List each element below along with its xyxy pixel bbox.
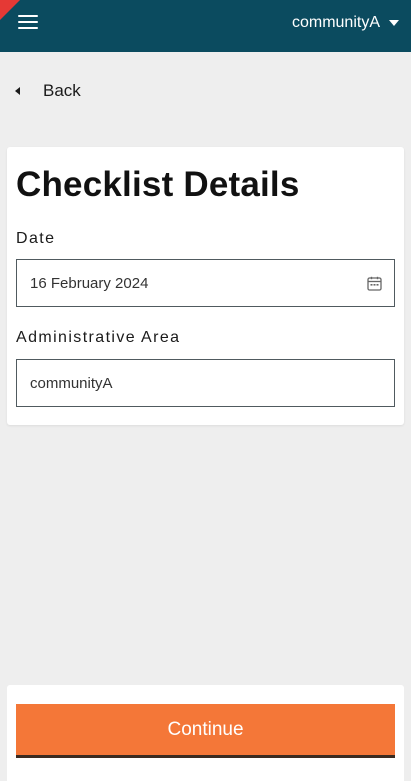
user-menu[interactable]: communityA (292, 12, 399, 34)
footer-bar: Continue (7, 685, 404, 781)
date-value: 16 February 2024 (30, 274, 149, 292)
hamburger-menu-icon[interactable] (14, 11, 46, 35)
back-link[interactable]: Back (15, 80, 81, 102)
date-label: Date (16, 230, 56, 247)
details-card: Checklist Details Date 16 February 2024 … (7, 147, 404, 425)
app-header: communityA (0, 0, 411, 52)
user-name: communityA (291, 14, 380, 31)
page-title: Checklist Details (16, 165, 300, 204)
caret-down-icon (389, 20, 399, 26)
administrative-area-field[interactable]: communityA (16, 359, 395, 407)
administrative-area-label: Administrative Area (16, 329, 181, 346)
caret-left-icon (15, 87, 20, 95)
continue-button[interactable]: Continue (16, 704, 395, 758)
date-field[interactable]: 16 February 2024 (16, 259, 395, 307)
calendar-icon[interactable] (367, 276, 382, 291)
back-label: Back (43, 81, 81, 100)
administrative-area-value: communityA (30, 374, 113, 392)
